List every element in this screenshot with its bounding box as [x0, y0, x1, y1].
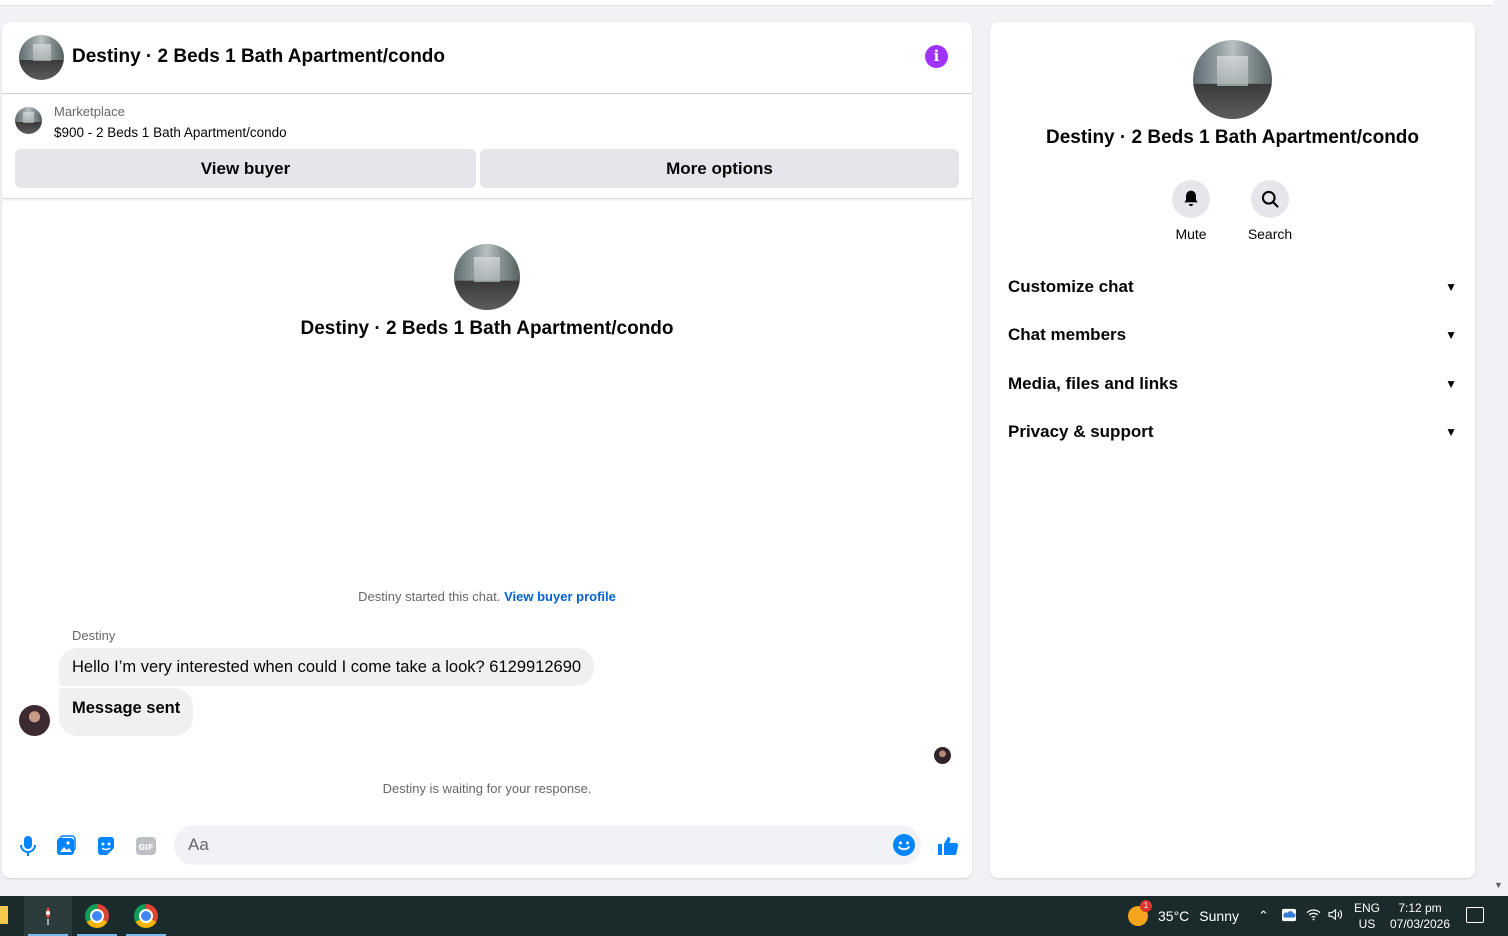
chevron-down-icon: ▼	[1445, 280, 1457, 294]
media-files-links-section[interactable]: Media, files and links ▼	[998, 362, 1467, 406]
language-code: ENG	[1354, 901, 1381, 915]
listing-source: Marketplace	[54, 104, 125, 119]
chat-header: Destiny · 2 Beds 1 Bath Apartment/condo …	[2, 22, 972, 94]
scroll-down-arrow[interactable]: ▼	[1494, 880, 1503, 890]
image-icon[interactable]	[54, 834, 78, 858]
weather-widget[interactable]: 1 35°C Sunny	[1128, 900, 1239, 926]
listing-bar: Marketplace $900 - 2 Beds 1 Bath Apartme…	[2, 94, 972, 199]
chat-panel: Destiny · 2 Beds 1 Bath Apartment/condo …	[2, 22, 972, 878]
more-options-button[interactable]: More options	[480, 149, 959, 188]
weather-condition: Sunny	[1199, 908, 1239, 924]
clock-time: 7:12 pm	[1398, 901, 1442, 915]
language-indicator[interactable]: ENG US	[1354, 900, 1380, 932]
view-buyer-profile-link[interactable]: View buyer profile	[504, 589, 616, 604]
mute-button[interactable]: Mute	[1151, 180, 1231, 242]
sender-avatar[interactable]	[19, 705, 50, 736]
section-label: Chat members	[1008, 325, 1127, 344]
privacy-support-section[interactable]: Privacy & support ▼	[998, 410, 1467, 454]
chrome-profile-taskbar-icon[interactable]	[122, 896, 170, 936]
sender-name: Destiny	[72, 628, 116, 643]
panel-avatar[interactable]	[1193, 40, 1272, 119]
chevron-down-icon: ▼	[1445, 425, 1457, 439]
bell-icon[interactable]	[1172, 180, 1210, 218]
chat-started-text: Destiny started this chat.	[358, 589, 501, 604]
message-bubble[interactable]: Hello I’m very interested when could I c…	[59, 648, 595, 686]
section-label: Privacy & support	[1008, 422, 1154, 441]
windows-taskbar: 1 35°C Sunny ⌃ ENG US 7:12 pm 07/03/2026	[0, 896, 1508, 936]
gif-icon[interactable]: GIF	[134, 834, 158, 858]
intro-avatar	[454, 244, 520, 310]
panel-title: Destiny · 2 Beds 1 Bath Apartment/condo	[1045, 127, 1420, 148]
listing-price-title[interactable]: $900 - 2 Beds 1 Bath Apartment/condo	[54, 125, 287, 140]
weather-badge: 1	[1140, 900, 1152, 912]
sun-icon: 1	[1128, 900, 1152, 926]
chevron-down-icon: ▼	[1445, 328, 1457, 342]
microphone-icon[interactable]	[16, 834, 40, 858]
chevron-up-icon[interactable]: ⌃	[1258, 908, 1269, 924]
chat-members-section[interactable]: Chat members ▼	[998, 313, 1467, 357]
browser-top-strip	[0, 0, 1493, 6]
app-icon	[45, 907, 51, 925]
chrome-icon	[134, 904, 158, 928]
system-clock[interactable]: 7:12 pm 07/03/2026	[1389, 900, 1451, 932]
keyboard-region: US	[1358, 917, 1376, 931]
info-icon[interactable]: i	[925, 45, 948, 68]
conversation-info-panel: Destiny · 2 Beds 1 Bath Apartment/condo …	[990, 22, 1475, 878]
section-label: Customize chat	[1008, 277, 1134, 296]
search-label: Search	[1247, 226, 1293, 242]
svg-text:GIF: GIF	[138, 843, 153, 852]
speaker-icon[interactable]	[1328, 908, 1343, 924]
chat-started-notice: Destiny started this chat. View buyer pr…	[2, 589, 972, 604]
message-input[interactable]	[188, 825, 878, 865]
message-composer: GIF	[2, 822, 972, 870]
onedrive-icon[interactable]	[1281, 908, 1297, 925]
intro-title: Destiny · 2 Beds 1 Bath Apartment/condo	[300, 318, 674, 339]
mute-label: Mute	[1175, 226, 1207, 242]
seen-receipt-avatar	[934, 747, 951, 764]
chrome-taskbar-icon[interactable]	[73, 896, 121, 936]
search-icon[interactable]	[1251, 180, 1289, 218]
notification-center-icon[interactable]	[1466, 907, 1484, 923]
listing-thumbnail[interactable]	[15, 107, 42, 134]
clock-date: 07/03/2026	[1389, 917, 1451, 931]
view-buyer-button[interactable]: View buyer	[15, 149, 476, 188]
chrome-icon	[85, 904, 109, 928]
thumbs-up-icon[interactable]	[936, 834, 960, 858]
file-explorer-icon[interactable]	[0, 906, 8, 924]
sticker-icon[interactable]	[94, 834, 118, 858]
emoji-icon[interactable]	[892, 833, 916, 857]
message-bubble[interactable]: Message sent	[59, 688, 194, 736]
search-button[interactable]: Search	[1230, 180, 1310, 242]
weather-temp: 35°C	[1158, 908, 1190, 924]
taskbar-app-active[interactable]	[24, 896, 72, 936]
conversation-avatar[interactable]	[19, 35, 64, 80]
wifi-icon[interactable]	[1306, 908, 1321, 924]
customize-chat-section[interactable]: Customize chat ▼	[998, 265, 1467, 309]
chevron-down-icon: ▼	[1445, 377, 1457, 391]
conversation-title[interactable]: Destiny · 2 Beds 1 Bath Apartment/condo	[72, 46, 445, 68]
section-label: Media, files and links	[1008, 374, 1179, 393]
message-input-wrapper	[174, 825, 921, 865]
waiting-notice: Destiny is waiting for your response.	[382, 781, 592, 796]
